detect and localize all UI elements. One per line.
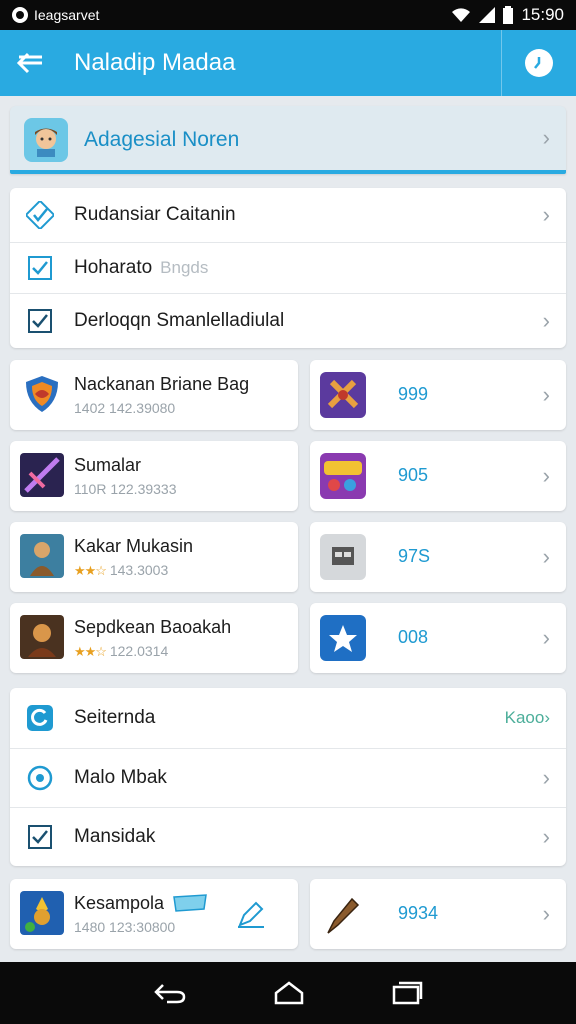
app-value: 008 — [398, 627, 429, 647]
checkbox-checked-icon — [28, 256, 52, 280]
settings-item-link[interactable]: Kaoo› — [505, 708, 550, 728]
chevron-right-icon: › — [542, 463, 550, 488]
character-game-icon — [20, 534, 64, 578]
chevron-right-icon: › — [542, 544, 550, 569]
checklist-item-label: Rudansiar Caitanin — [74, 204, 236, 225]
settings-item-link-text: Kaoo — [504, 708, 545, 727]
checklist-item-subtitle: Bngds — [160, 258, 209, 277]
candy-game-icon — [320, 453, 366, 499]
checklist-item[interactable]: Derloqqn Smanlelladiulal › — [10, 294, 566, 348]
app-side-card[interactable]: 9934 › — [310, 879, 566, 949]
settings-item[interactable]: Malo Mbak › — [10, 749, 566, 807]
app-side-card[interactable]: 905 › — [310, 441, 566, 511]
warrior-game-icon — [20, 615, 64, 659]
chevron-right-icon: › — [542, 625, 550, 650]
battery-icon — [503, 6, 514, 24]
chevron-right-icon: › — [542, 308, 550, 333]
app-meta-text: 143.3003 — [109, 562, 169, 578]
nav-back-icon[interactable] — [153, 981, 187, 1005]
system-nav-bar — [0, 962, 576, 1024]
window-app-icon — [320, 534, 366, 580]
app-value: 999 — [398, 384, 429, 404]
app-title: Sepdkean Baoakah — [74, 617, 232, 637]
target-icon — [27, 765, 53, 791]
app-side-card[interactable]: 008 › — [310, 603, 566, 673]
checklist-item[interactable]: Rudansiar Caitanin › — [10, 188, 566, 242]
app-card[interactable]: Kakar Mukasin ★★☆ 143.3003 — [10, 522, 298, 592]
chevron-right-icon: › — [542, 125, 550, 150]
settings-item-label: Malo Mbak — [74, 767, 167, 788]
rating-stars: ★★☆ — [74, 644, 107, 659]
app-meta-text: 122.0314 — [109, 643, 169, 659]
back-button[interactable] — [0, 30, 60, 96]
app-title: Sumalar — [74, 455, 142, 475]
brush-icon — [327, 897, 360, 934]
hero-game-icon — [20, 891, 64, 935]
nav-recents-icon[interactable] — [391, 981, 423, 1005]
app-meta: ★★☆ 122.0314 — [74, 643, 168, 660]
app-meta: ★★☆ 143.3003 — [74, 562, 168, 579]
shield-app-icon — [20, 372, 64, 416]
app-title: Nackanan Briane Bag — [74, 374, 250, 394]
signal-icon — [479, 7, 496, 23]
chevron-right-icon: › — [542, 202, 550, 227]
app-card[interactable]: Sumalar 110R 122.39333 — [10, 441, 298, 511]
app-card[interactable]: Sepdkean Baoakah ★★☆ 122.0314 — [10, 603, 298, 673]
app-title: Kesampola — [74, 893, 165, 913]
rating-stars: ★★☆ — [74, 563, 107, 578]
app-meta: 1402 142.39080 — [74, 400, 176, 416]
app-side-card[interactable]: 999 › — [310, 360, 566, 430]
chevron-right-icon: › — [542, 382, 550, 407]
ticket-icon — [173, 894, 207, 912]
app-value: 97S — [398, 546, 431, 566]
carrier-name: Ieagsarvet — [34, 7, 100, 23]
settings-item-label: Seiternda — [74, 707, 156, 728]
settings-card: Seiternda Kaoo› Malo Mbak › Mansidak › — [10, 688, 566, 866]
refresh-icon — [27, 705, 53, 731]
app-side-card[interactable]: 97S › — [310, 522, 566, 592]
app-bar: Naladip Madaa — [0, 30, 576, 96]
star-app-icon — [320, 615, 366, 661]
checklist-item-title: Hoharato — [74, 257, 153, 278]
wifi-icon — [452, 8, 471, 22]
tools-game-icon — [320, 372, 366, 418]
status-time: 15:90 — [521, 5, 564, 24]
page-title: Naladip Madaa — [74, 49, 236, 76]
status-bar: Ieagsarvet 15:90 — [0, 0, 576, 30]
edit-icon[interactable] — [236, 901, 266, 929]
checklist-item[interactable]: Hoharato Bngds — [10, 243, 566, 293]
chevron-right-icon: › — [542, 901, 550, 926]
carrier-logo-icon — [12, 7, 28, 23]
settings-item-label: Mansidak — [74, 826, 156, 847]
app-card[interactable]: Kesampola 1480 123:30800 — [10, 879, 298, 949]
sword-game-icon — [20, 453, 64, 497]
arrow-left-icon — [16, 52, 42, 74]
profile-name: Adagesial Noren — [84, 128, 240, 151]
app-title: Kakar Mukasin — [74, 536, 194, 556]
chevron-right-icon: › — [542, 765, 550, 790]
settings-item[interactable]: Seiternda Kaoo› — [10, 688, 566, 748]
checklist-item-label: Hoharato Bngds — [74, 257, 208, 279]
app-value: 9934 — [398, 903, 439, 923]
nav-home-icon[interactable] — [273, 981, 305, 1005]
avatar — [24, 118, 68, 162]
checkbox-checked-icon — [28, 309, 52, 333]
app-meta: 1480 123:30800 — [74, 919, 176, 935]
app-meta: 110R 122.39333 — [74, 481, 177, 497]
history-button[interactable] — [502, 30, 576, 96]
profile-card[interactable]: Adagesial Noren › — [10, 106, 566, 174]
chevron-right-icon: › — [542, 824, 550, 849]
checkbox-checked-icon — [28, 825, 52, 849]
checklist-item-label: Derloqqn Smanlelladiulal — [74, 310, 285, 331]
checkbox-checked-icon — [26, 201, 54, 229]
app-card[interactable]: Nackanan Briane Bag 1402 142.39080 — [10, 360, 298, 430]
settings-item[interactable]: Mansidak › — [10, 808, 566, 866]
checklist-card: Rudansiar Caitanin › Hoharato Bngds Derlo… — [10, 188, 566, 348]
clock-icon — [525, 49, 553, 77]
app-value: 905 — [398, 465, 429, 485]
